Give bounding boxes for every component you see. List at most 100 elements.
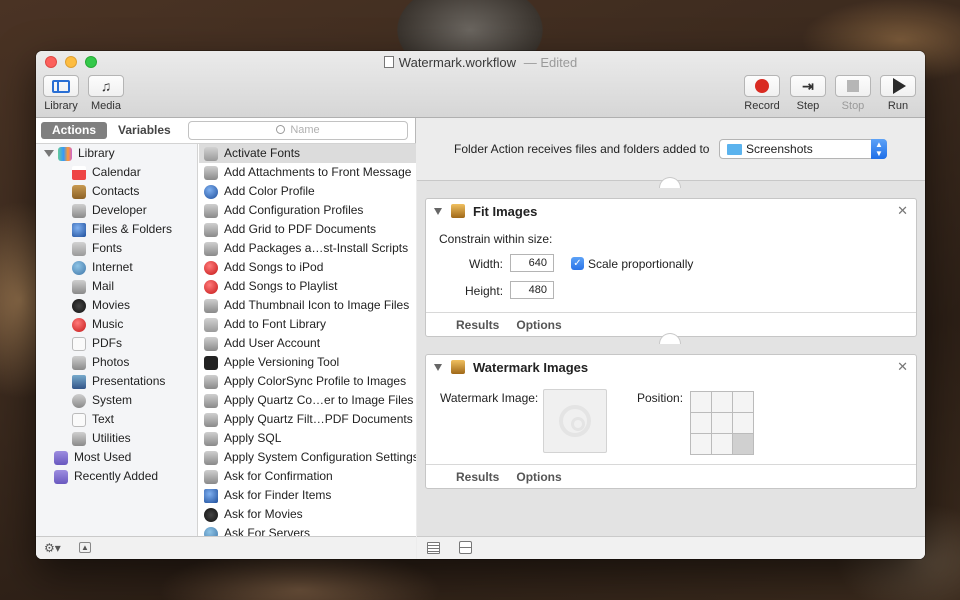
position-cell[interactable] <box>712 413 732 433</box>
step-button[interactable]: ⇥ Step <box>790 75 826 112</box>
position-cell[interactable] <box>712 434 732 454</box>
workflow-input-header: Folder Action receives files and folders… <box>417 118 925 181</box>
action-item[interactable]: Apply ColorSync Profile to Images <box>199 372 416 391</box>
font-book-icon <box>204 146 218 161</box>
action-item[interactable]: Apply SQL <box>199 429 416 448</box>
disclosure-triangle-icon[interactable] <box>44 150 54 157</box>
stop-icon <box>847 80 859 92</box>
action-item[interactable]: Add Thumbnail Icon to Image Files <box>199 296 416 315</box>
action-item[interactable]: Ask For Servers <box>199 524 416 536</box>
action-item[interactable]: Add Attachments to Front Message <box>199 163 416 182</box>
action-item[interactable]: Apply Quartz Co…er to Image Files <box>199 391 416 410</box>
position-cell[interactable] <box>733 392 753 412</box>
action-item[interactable]: Add Color Profile <box>199 182 416 201</box>
action-item[interactable]: Add User Account <box>199 334 416 353</box>
position-cell[interactable] <box>691 392 711 412</box>
automator-window: Watermark.workflow — Edited Library ♫ Me… <box>36 51 925 559</box>
gear-icon[interactable]: ⚙▾ <box>44 541 61 555</box>
category-item-mail[interactable]: Mail <box>36 277 197 296</box>
category-item-fonts[interactable]: Fonts <box>36 239 197 258</box>
folder-icon <box>727 144 742 155</box>
category-item-internet[interactable]: Internet <box>36 258 197 277</box>
category-item-calendar[interactable]: Calendar <box>36 163 197 182</box>
action-item[interactable]: Add Grid to PDF Documents <box>199 220 416 239</box>
finder-icon <box>204 488 218 503</box>
height-field[interactable]: 480 <box>510 281 554 299</box>
category-item-developer[interactable]: Developer <box>36 201 197 220</box>
preview-action-icon <box>451 360 465 374</box>
category-item-presentations[interactable]: Presentations <box>36 372 197 391</box>
workflow-pane: Folder Action receives files and folders… <box>417 118 925 559</box>
action-item[interactable]: Activate Fonts <box>199 144 416 163</box>
presentations-icon <box>72 374 86 389</box>
library-bottom-bar: ⚙▾ ▲ <box>36 536 416 559</box>
category-item-files-folders[interactable]: Files & Folders <box>36 220 197 239</box>
record-button[interactable]: Record <box>744 75 780 112</box>
action-item[interactable]: Apply Quartz Filt…PDF Documents <box>199 410 416 429</box>
results-button[interactable]: Results <box>456 318 499 332</box>
search-placeholder: Name <box>290 124 320 136</box>
results-button[interactable]: Results <box>456 470 499 484</box>
library-pane: Actions Variables Name Library Calendar … <box>36 118 416 559</box>
category-item-most-used[interactable]: Most Used <box>36 448 197 467</box>
category-item-movies[interactable]: Movies <box>36 296 197 315</box>
category-item-system[interactable]: System <box>36 391 197 410</box>
action-item[interactable]: Ask for Confirmation <box>199 467 416 486</box>
log-view-icon[interactable] <box>459 541 472 554</box>
category-item-photos[interactable]: Photos <box>36 353 197 372</box>
action-item[interactable]: Add Configuration Profiles <box>199 201 416 220</box>
category-item-text[interactable]: Text <box>36 410 197 429</box>
developer-tools-icon <box>204 431 218 446</box>
position-grid[interactable] <box>690 391 754 455</box>
category-item-music[interactable]: Music <box>36 315 197 334</box>
action-item[interactable]: Apple Versioning Tool <box>199 353 416 372</box>
close-icon[interactable]: ✕ <box>897 359 908 375</box>
run-button[interactable]: Run <box>880 75 916 112</box>
category-item-recently-added[interactable]: Recently Added <box>36 467 197 486</box>
receives-label: Folder Action receives files and folders… <box>454 142 710 156</box>
category-item-contacts[interactable]: Contacts <box>36 182 197 201</box>
collapse-triangle-icon[interactable] <box>434 363 442 371</box>
system-icon <box>72 393 86 408</box>
text-icon <box>72 412 86 427</box>
action-item[interactable]: Ask for Finder Items <box>199 486 416 505</box>
tab-actions[interactable]: Actions <box>41 122 108 139</box>
music-icon <box>72 317 86 332</box>
collapse-triangle-icon[interactable] <box>434 207 442 215</box>
position-cell[interactable] <box>691 434 711 454</box>
tab-variables[interactable]: Variables <box>107 122 182 139</box>
step-icon: ⇥ <box>802 77 814 94</box>
close-icon[interactable]: ✕ <box>897 203 908 219</box>
width-field[interactable]: 640 <box>510 254 554 272</box>
position-cell[interactable] <box>691 413 711 433</box>
options-button[interactable]: Options <box>516 470 561 484</box>
position-cell[interactable] <box>733 413 753 433</box>
font-book-icon <box>204 317 218 332</box>
search-input[interactable]: Name <box>188 121 408 140</box>
action-list: Activate Fonts Add Attachments to Front … <box>199 144 416 536</box>
library-segmented-control: Actions Variables <box>41 122 182 139</box>
stop-button[interactable]: Stop <box>835 75 871 112</box>
media-toolbar-button[interactable]: ♫ Media <box>88 75 124 112</box>
category-item-utilities[interactable]: Utilities <box>36 429 197 448</box>
options-button[interactable]: Options <box>516 318 561 332</box>
category-item-library[interactable]: Library <box>36 144 197 163</box>
category-item-pdfs[interactable]: PDFs <box>36 334 197 353</box>
list-view-icon[interactable] <box>427 542 440 554</box>
scale-proportionally-checkbox[interactable]: ✓ <box>571 257 584 270</box>
action-item[interactable]: Add Songs to Playlist <box>199 277 416 296</box>
automator-robot-icon <box>204 298 218 313</box>
calendar-icon <box>72 165 86 180</box>
position-cell-selected[interactable] <box>733 434 753 454</box>
action-item[interactable]: Add Songs to iPod <box>199 258 416 277</box>
action-item[interactable]: Ask for Movies <box>199 505 416 524</box>
action-item[interactable]: Apply System Configuration Settings <box>199 448 416 467</box>
image-placeholder-icon <box>559 405 591 437</box>
folder-popup[interactable]: Screenshots ▲ ▼ <box>719 139 887 159</box>
library-toolbar-button[interactable]: Library <box>43 75 79 112</box>
description-toggle-icon[interactable]: ▲ <box>79 542 91 553</box>
watermark-image-well[interactable] <box>543 389 607 453</box>
action-item[interactable]: Add Packages a…st-Install Scripts <box>199 239 416 258</box>
position-cell[interactable] <box>712 392 732 412</box>
action-item[interactable]: Add to Font Library <box>199 315 416 334</box>
